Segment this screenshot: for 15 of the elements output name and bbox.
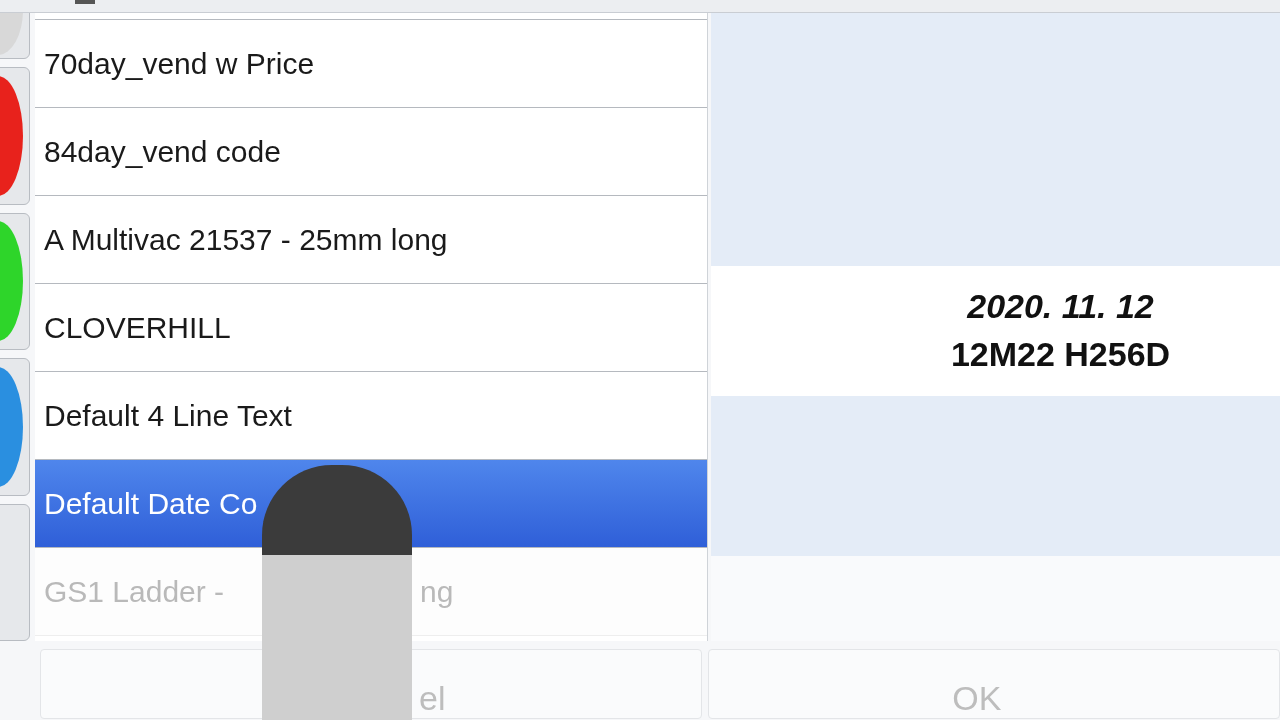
item-label: 70day_vend w Price bbox=[44, 46, 315, 81]
item-label: A Multivac 21537 - 25mm long bbox=[44, 222, 448, 257]
item-label: Default 4 Line Text bbox=[44, 398, 292, 433]
item-label: CLOVERHILL bbox=[44, 310, 231, 345]
preview-text: 2020. 11. 12 bbox=[967, 286, 1154, 328]
list-item[interactable]: 84day_vend code bbox=[35, 108, 707, 196]
preview-text: 12M22 H256D bbox=[950, 334, 1171, 375]
list-item[interactable]: 70day_vend w Price bbox=[35, 20, 707, 108]
item-label: Default Date Co bbox=[44, 486, 258, 521]
square-icon bbox=[75, 0, 95, 4]
item-label: GS1 Ladder - bbox=[44, 574, 225, 609]
list-item[interactable]: CLOVERHILL bbox=[35, 284, 707, 372]
item-label: ng bbox=[420, 574, 454, 609]
list-item[interactable]: A Multivac 21537 - 25mm long bbox=[35, 196, 707, 284]
item-label: 84day_vend code bbox=[44, 134, 281, 169]
